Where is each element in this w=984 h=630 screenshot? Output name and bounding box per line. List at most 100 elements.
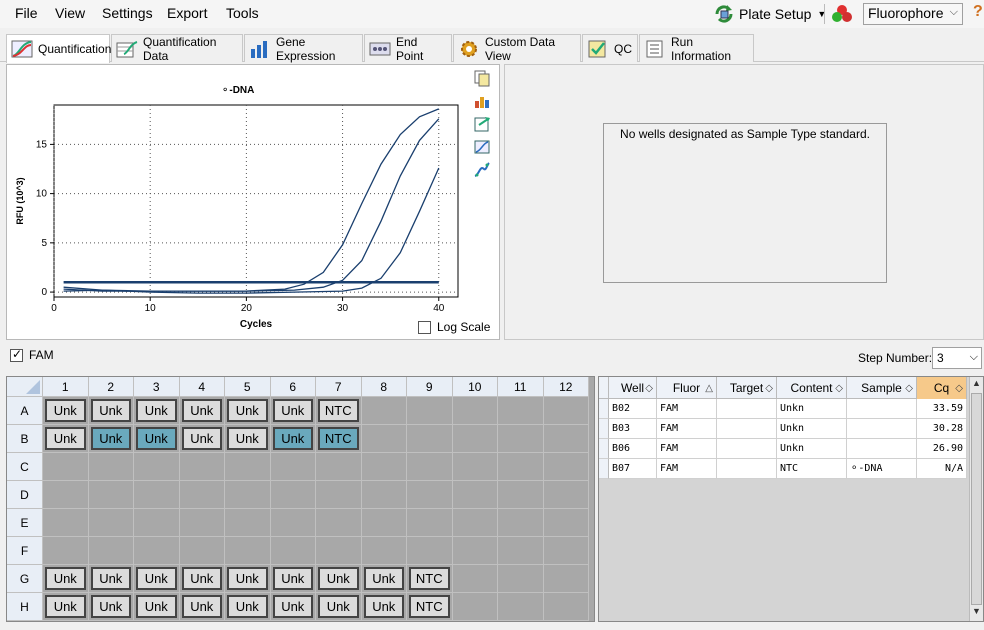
step-number-select[interactable]: 3 ⌵ bbox=[932, 347, 982, 369]
log-scale-toggle[interactable]: Log Scale bbox=[418, 320, 490, 334]
help-icon[interactable]: ? bbox=[973, 3, 983, 21]
plate-cell[interactable]: Unk bbox=[134, 397, 180, 425]
plate-well[interactable]: Unk bbox=[90, 427, 131, 450]
plate-cell[interactable]: Unk bbox=[225, 425, 271, 453]
column-header[interactable]: 9 bbox=[407, 377, 453, 397]
plate-well[interactable]: Unk bbox=[45, 567, 86, 590]
column-header-cq[interactable]: Cq ◇ bbox=[917, 377, 967, 399]
plate-cell[interactable] bbox=[316, 453, 362, 481]
plate-well[interactable]: Unk bbox=[272, 399, 313, 422]
plate-well[interactable]: Unk bbox=[272, 567, 313, 590]
plate-well[interactable]: Unk bbox=[227, 427, 268, 450]
plate-cell[interactable] bbox=[361, 425, 407, 453]
plate-cell[interactable] bbox=[225, 509, 271, 537]
plate-well[interactable]: NTC bbox=[318, 399, 359, 422]
fam-toggle[interactable]: FAM bbox=[10, 347, 54, 362]
plate-cell[interactable] bbox=[407, 397, 453, 425]
sort-icon[interactable]: ◇ bbox=[835, 383, 843, 394]
scroll-down-icon[interactable]: ▼ bbox=[970, 606, 983, 620]
plate-well[interactable]: NTC bbox=[318, 427, 359, 450]
sort-icon[interactable]: ◇ bbox=[765, 383, 773, 394]
menu-settings[interactable]: Settings bbox=[102, 5, 153, 21]
plate-cell[interactable]: NTC bbox=[407, 565, 453, 593]
plate-cell[interactable]: Unk bbox=[361, 593, 407, 621]
plate-cell[interactable] bbox=[452, 509, 498, 537]
plate-cell[interactable] bbox=[43, 509, 89, 537]
plate-cell[interactable] bbox=[270, 537, 316, 565]
plate-cell[interactable]: NTC bbox=[316, 397, 362, 425]
plate-cell[interactable]: Unk bbox=[88, 425, 134, 453]
row-selector[interactable] bbox=[599, 419, 609, 439]
plate-cell[interactable] bbox=[543, 509, 589, 537]
plate-cell[interactable] bbox=[134, 509, 180, 537]
tab-quantification-data[interactable]: Quantification Data bbox=[111, 34, 243, 63]
row-header[interactable]: C bbox=[7, 453, 43, 481]
plate-cell[interactable] bbox=[498, 481, 544, 509]
plate-cell[interactable] bbox=[361, 453, 407, 481]
plate-cell[interactable] bbox=[88, 453, 134, 481]
plate-setup-button[interactable]: Plate Setup ▼ bbox=[713, 2, 826, 26]
row-selector[interactable] bbox=[599, 439, 609, 459]
plate-well[interactable]: Unk bbox=[90, 399, 131, 422]
plate-cell[interactable] bbox=[543, 565, 589, 593]
plate-cell[interactable] bbox=[498, 425, 544, 453]
row-header[interactable]: D bbox=[7, 481, 43, 509]
plate-cell[interactable] bbox=[43, 453, 89, 481]
plate-cell[interactable] bbox=[543, 537, 589, 565]
plate-well[interactable]: Unk bbox=[181, 595, 222, 618]
plate-cell[interactable]: NTC bbox=[316, 425, 362, 453]
select-all-corner[interactable] bbox=[7, 377, 43, 397]
column-header[interactable]: 11 bbox=[498, 377, 544, 397]
plate-well[interactable]: Unk bbox=[181, 567, 222, 590]
plate-well[interactable]: Unk bbox=[90, 595, 131, 618]
plate-cell[interactable] bbox=[407, 509, 453, 537]
plate-cell[interactable] bbox=[270, 453, 316, 481]
column-header[interactable]: 3 bbox=[134, 377, 180, 397]
column-header[interactable]: 7 bbox=[316, 377, 362, 397]
plate-well[interactable]: NTC bbox=[409, 595, 450, 618]
row-header[interactable]: F bbox=[7, 537, 43, 565]
fluorophore-color-button[interactable] bbox=[829, 2, 855, 26]
plate-cell[interactable] bbox=[452, 453, 498, 481]
tab-qc[interactable]: QC bbox=[582, 34, 638, 62]
row-header[interactable]: A bbox=[7, 397, 43, 425]
plate-cell[interactable] bbox=[134, 481, 180, 509]
plate-well[interactable]: Unk bbox=[363, 595, 404, 618]
plate-well[interactable]: Unk bbox=[227, 567, 268, 590]
tab-gene-expression[interactable]: Gene Expression bbox=[244, 34, 363, 63]
plate-cell[interactable] bbox=[43, 481, 89, 509]
row-header[interactable]: H bbox=[7, 593, 43, 621]
results-scrollbar[interactable]: ▲ ▼ bbox=[969, 377, 983, 621]
column-header[interactable]: 4 bbox=[179, 377, 225, 397]
plate-cell[interactable]: Unk bbox=[179, 593, 225, 621]
plate-cell[interactable] bbox=[88, 481, 134, 509]
sort-icon[interactable]: ◇ bbox=[905, 383, 913, 394]
menu-export[interactable]: Export bbox=[167, 5, 207, 21]
column-header[interactable]: 10 bbox=[452, 377, 498, 397]
plate-cell[interactable] bbox=[498, 509, 544, 537]
sort-ascending-icon[interactable]: △ bbox=[705, 383, 713, 394]
plate-cell[interactable] bbox=[270, 509, 316, 537]
column-header-sample[interactable]: Sample ◇ bbox=[847, 377, 917, 399]
plate-cell[interactable] bbox=[543, 593, 589, 621]
plate-well[interactable]: NTC bbox=[409, 567, 450, 590]
plate-cell[interactable] bbox=[179, 453, 225, 481]
plate-cell[interactable] bbox=[543, 453, 589, 481]
plate-cell[interactable]: Unk bbox=[225, 565, 271, 593]
plate-cell[interactable] bbox=[498, 397, 544, 425]
plate-well[interactable]: Unk bbox=[136, 399, 177, 422]
plate-cell[interactable]: Unk bbox=[316, 565, 362, 593]
plate-cell[interactable] bbox=[361, 481, 407, 509]
row-header[interactable]: G bbox=[7, 565, 43, 593]
log-scale-checkbox[interactable] bbox=[418, 320, 431, 334]
plate-cell[interactable] bbox=[452, 537, 498, 565]
plate-well[interactable]: Unk bbox=[136, 427, 177, 450]
column-header[interactable]: 2 bbox=[88, 377, 134, 397]
table-row[interactable]: B06 FAM Unkn 26.90 bbox=[599, 439, 967, 459]
plate-cell[interactable] bbox=[361, 537, 407, 565]
tab-end-point[interactable]: End Point bbox=[364, 34, 452, 63]
plate-well[interactable]: Unk bbox=[318, 595, 359, 618]
column-header[interactable]: 5 bbox=[225, 377, 271, 397]
plate-cell[interactable] bbox=[225, 481, 271, 509]
plate-cell[interactable] bbox=[134, 453, 180, 481]
